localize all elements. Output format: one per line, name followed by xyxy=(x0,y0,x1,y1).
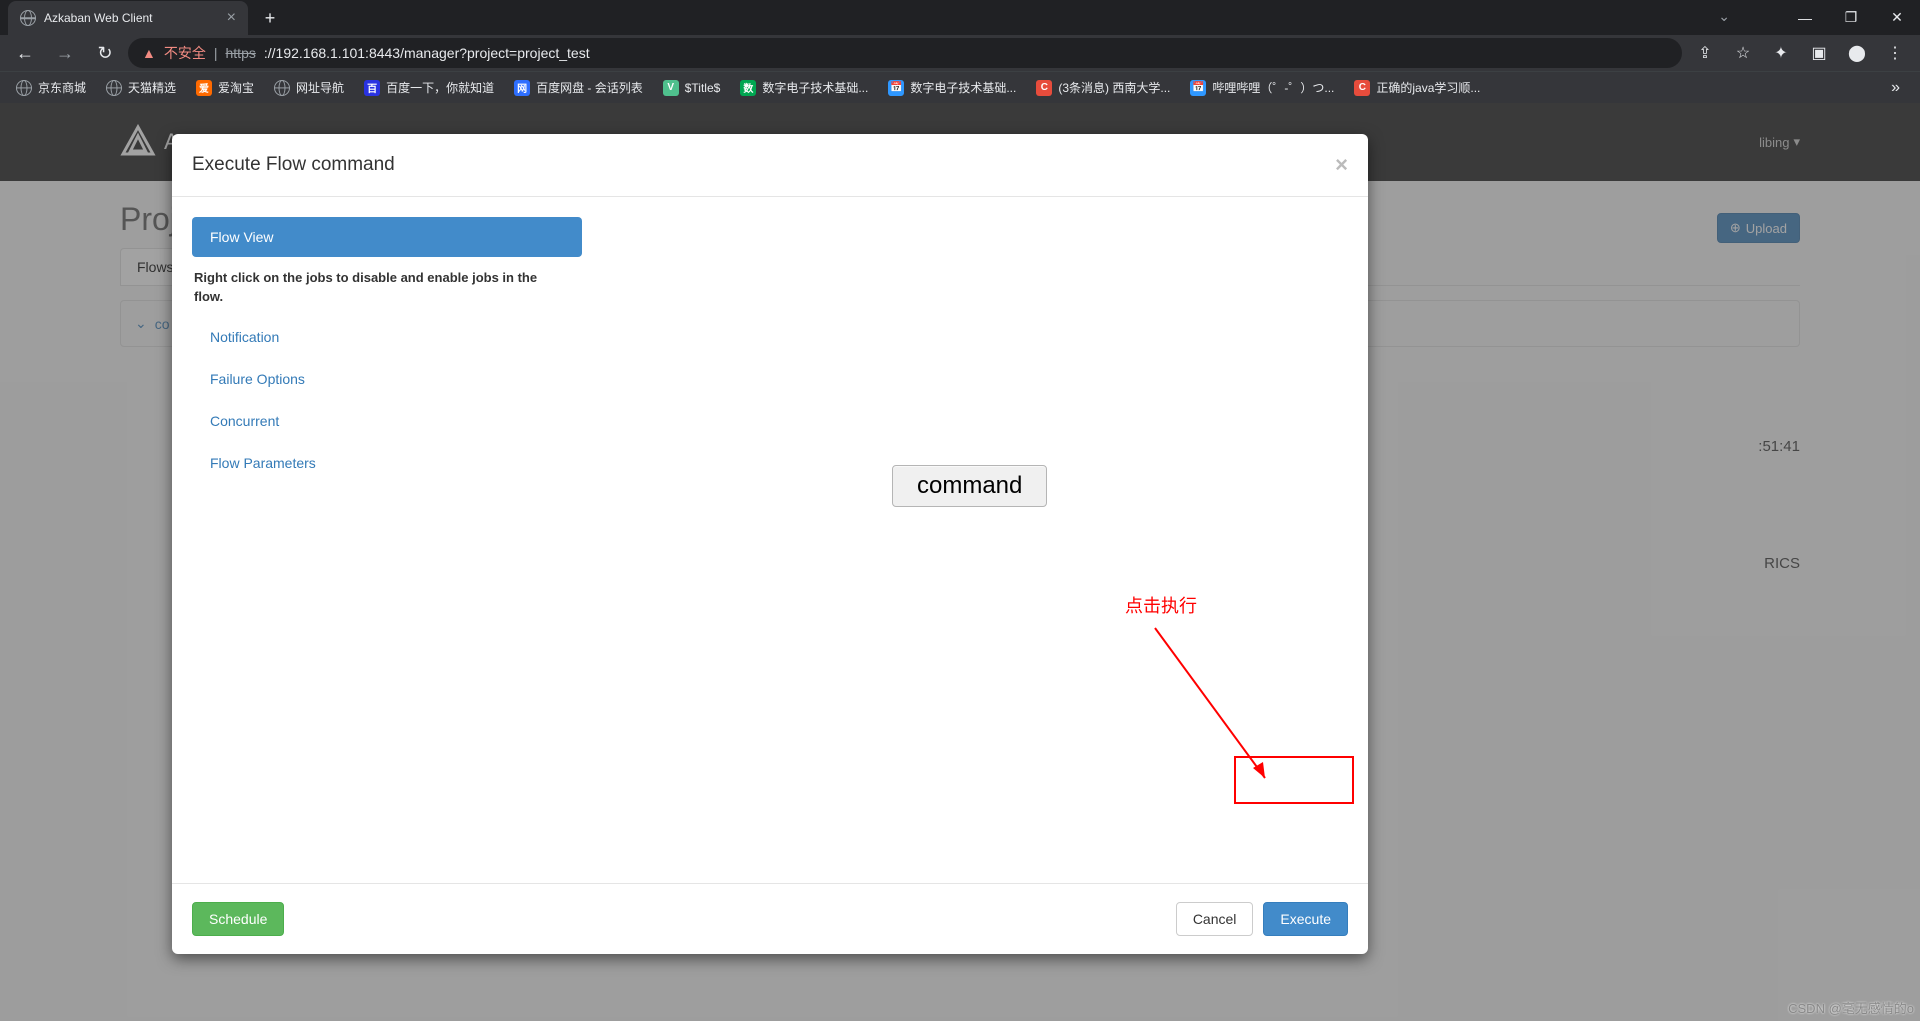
bookmark-item[interactable]: 网百度网盘 - 会话列表 xyxy=(506,75,651,100)
flow-canvas[interactable]: command xyxy=(582,217,1348,863)
reload-button[interactable]: ↻ xyxy=(88,39,122,67)
minimize-button[interactable]: — xyxy=(1782,0,1828,35)
star-icon[interactable]: ☆ xyxy=(1726,39,1760,67)
bookmark-label: (3条消息) 西南大学... xyxy=(1058,79,1170,96)
bookmark-icon xyxy=(106,80,122,96)
close-window-button[interactable]: ✕ xyxy=(1874,0,1920,35)
modal-footer: Schedule Cancel Execute xyxy=(172,883,1368,954)
bookmark-icon: 数 xyxy=(740,80,756,96)
bookmark-icon: 百 xyxy=(364,80,380,96)
maximize-button[interactable]: ❐ xyxy=(1828,0,1874,35)
bookmark-item[interactable]: 百百度一下，你就知道 xyxy=(356,75,502,100)
toolbar-right: ⇪ ☆ ✦ ▣ ⬤ ⋮ xyxy=(1688,39,1912,67)
bookmark-icon: V xyxy=(663,80,679,96)
back-button[interactable]: ← xyxy=(8,39,42,67)
sidebar-item-notification[interactable]: Notification xyxy=(192,317,582,357)
bookmarks-overflow-icon[interactable]: » xyxy=(1879,79,1912,97)
url-input[interactable]: ▲ 不安全 | https ://192.168.1.101:8443/manag… xyxy=(128,38,1682,68)
execute-flow-modal: Execute Flow command × Flow View Right c… xyxy=(172,134,1368,954)
window-controls: — ❐ ✕ xyxy=(1782,0,1920,35)
tab-title: Azkaban Web Client xyxy=(44,11,153,25)
tab-bar: Azkaban Web Client × + ⌄ — ❐ ✕ xyxy=(0,0,1920,35)
bookmark-item[interactable]: 网址导航 xyxy=(266,75,352,100)
bookmark-label: 数字电子技术基础... xyxy=(762,79,868,96)
tab-list-chevron-icon[interactable]: ⌄ xyxy=(1718,8,1730,25)
cancel-button[interactable]: Cancel xyxy=(1176,902,1254,936)
schedule-button[interactable]: Schedule xyxy=(192,902,284,936)
bookmark-item[interactable]: 天猫精选 xyxy=(98,75,184,100)
bookmark-item[interactable]: 数数字电子技术基础... xyxy=(732,75,876,100)
job-node-command[interactable]: command xyxy=(892,465,1047,507)
bookmark-label: 百度一下，你就知道 xyxy=(386,79,494,96)
bookmarks-bar: 京东商城天猫精选爱爱淘宝网址导航百百度一下，你就知道网百度网盘 - 会话列表V$… xyxy=(0,71,1920,103)
sidebar-item-flow-view[interactable]: Flow View xyxy=(192,217,582,257)
modal-sidebar: Flow View Right click on the jobs to dis… xyxy=(192,217,582,863)
url-text: ://192.168.1.101:8443/manager?project=pr… xyxy=(264,45,590,61)
bookmark-label: 天猫精选 xyxy=(128,79,176,96)
warning-icon: ▲ xyxy=(142,45,156,61)
bookmark-label: $Title$ xyxy=(685,81,721,95)
bookmark-item[interactable]: V $Title$ xyxy=(655,76,729,100)
extensions-icon[interactable]: ✦ xyxy=(1764,39,1798,67)
bookmark-icon: 📅 xyxy=(888,80,904,96)
sidebar-item-flow-parameters[interactable]: Flow Parameters xyxy=(192,443,582,483)
execute-button[interactable]: Execute xyxy=(1263,902,1348,936)
watermark: CSDN @毫无感情的o xyxy=(1788,998,1914,1017)
share-icon[interactable]: ⇪ xyxy=(1688,39,1722,67)
bookmark-label: 数字电子技术基础... xyxy=(910,79,1016,96)
bookmark-label: 正确的java学习顺... xyxy=(1376,79,1480,96)
bookmark-icon: 网 xyxy=(514,80,530,96)
modal-header: Execute Flow command × xyxy=(172,134,1368,197)
bookmark-label: 京东商城 xyxy=(38,79,86,96)
bookmark-item[interactable]: 📅 数字电子技术基础... xyxy=(880,75,1024,100)
bookmark-icon: 📅 xyxy=(1190,80,1206,96)
bookmark-icon xyxy=(16,80,32,96)
sidebar-item-concurrent[interactable]: Concurrent xyxy=(192,401,582,441)
new-tab-button[interactable]: + xyxy=(256,4,284,32)
bookmark-icon: C xyxy=(1036,80,1052,96)
modal-body: Flow View Right click on the jobs to dis… xyxy=(172,197,1368,883)
close-icon[interactable]: × xyxy=(1335,152,1348,178)
profile-icon[interactable]: ⬤ xyxy=(1840,39,1874,67)
forward-button: → xyxy=(48,39,82,67)
sidebar-item-failure-options[interactable]: Failure Options xyxy=(192,359,582,399)
bookmark-icon: C xyxy=(1354,80,1370,96)
bookmark-item[interactable]: C (3条消息) 西南大学... xyxy=(1028,75,1178,100)
menu-icon[interactable]: ⋮ xyxy=(1878,39,1912,67)
bookmark-label: 爱淘宝 xyxy=(218,79,254,96)
address-bar: ← → ↻ ▲ 不安全 | https ://192.168.1.101:8443… xyxy=(0,35,1920,71)
url-sep: | xyxy=(214,45,218,61)
url-scheme: https xyxy=(226,45,256,61)
annotation-text: 点击执行 xyxy=(1125,592,1197,618)
globe-icon xyxy=(20,10,36,26)
modal-title: Execute Flow command xyxy=(192,154,395,176)
bookmark-item[interactable]: 京东商城 xyxy=(8,75,94,100)
browser-tab[interactable]: Azkaban Web Client × xyxy=(8,1,248,35)
bookmark-item[interactable]: 📅 哔哩哔哩（゜-゜）つ... xyxy=(1182,75,1342,100)
bookmark-icon: 爱 xyxy=(196,80,212,96)
bookmark-label: 百度网盘 - 会话列表 xyxy=(536,79,643,96)
flow-view-description: Right click on the jobs to disable and e… xyxy=(192,259,562,317)
bookmark-icon xyxy=(274,80,290,96)
bookmark-label: 哔哩哔哩（゜-゜）つ... xyxy=(1212,79,1334,96)
bookmark-item[interactable]: 爱爱淘宝 xyxy=(188,75,262,100)
browser-chrome: Azkaban Web Client × + ⌄ — ❐ ✕ ← → ↻ ▲ 不… xyxy=(0,0,1920,103)
sidepanel-icon[interactable]: ▣ xyxy=(1802,39,1836,67)
bookmark-label: 网址导航 xyxy=(296,79,344,96)
insecure-label: 不安全 xyxy=(164,43,206,63)
tab-close-icon[interactable]: × xyxy=(227,9,236,27)
bookmark-item[interactable]: C 正确的java学习顺... xyxy=(1346,75,1488,100)
